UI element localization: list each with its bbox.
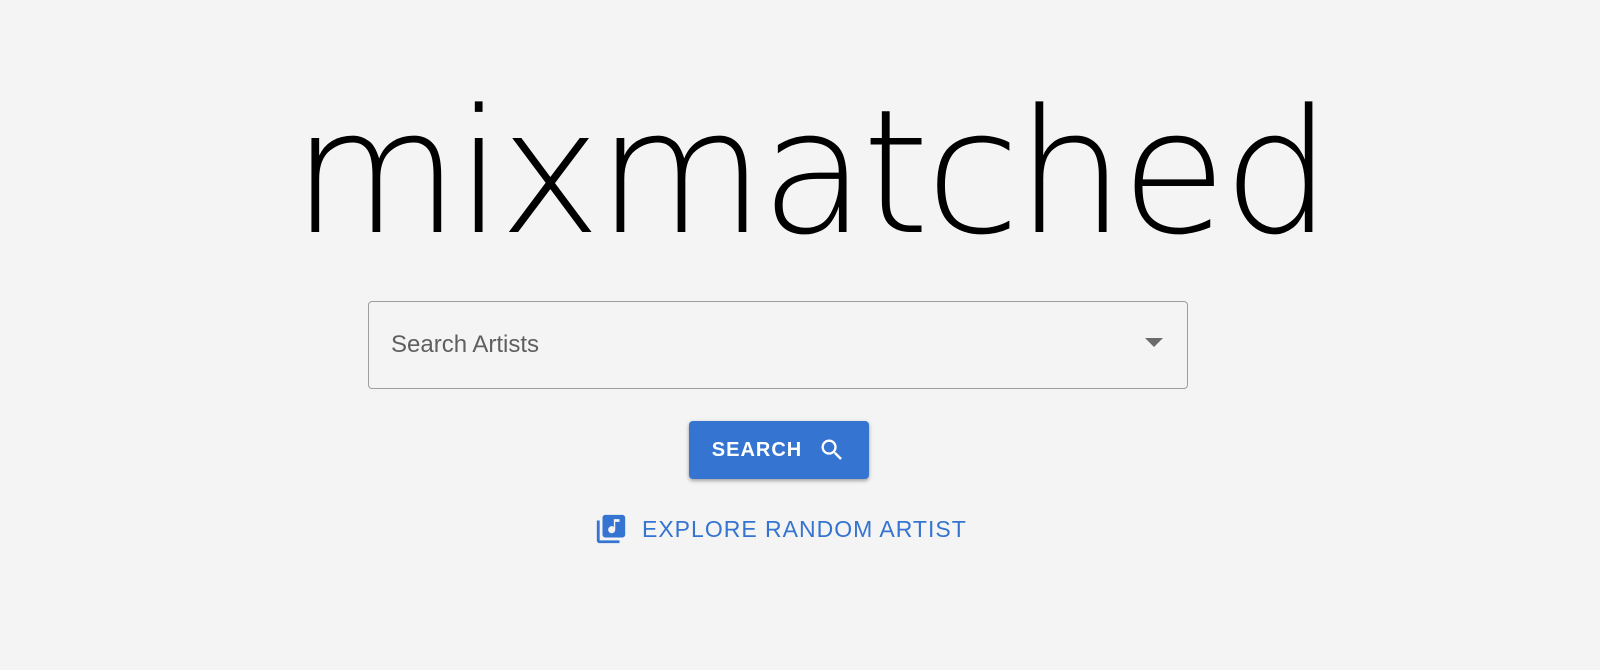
explore-random-artist-label: EXPLORE RANDOM ARTIST [642,515,967,542]
chevron-down-icon[interactable] [1145,338,1163,347]
artist-search-field[interactable] [368,301,1188,389]
search-button-label: SEARCH [711,438,803,461]
explore-random-artist-link[interactable]: EXPLORE RANDOM ARTIST [594,512,967,546]
search-icon [818,436,846,464]
search-input[interactable] [391,302,1131,388]
page: mixmatched SEARCH EXPLORE RANDOM ARTIST [0,0,1600,670]
library-music-icon [594,512,628,546]
app-logo: mixmatched [291,72,1332,273]
search-button[interactable]: SEARCH [689,421,869,479]
